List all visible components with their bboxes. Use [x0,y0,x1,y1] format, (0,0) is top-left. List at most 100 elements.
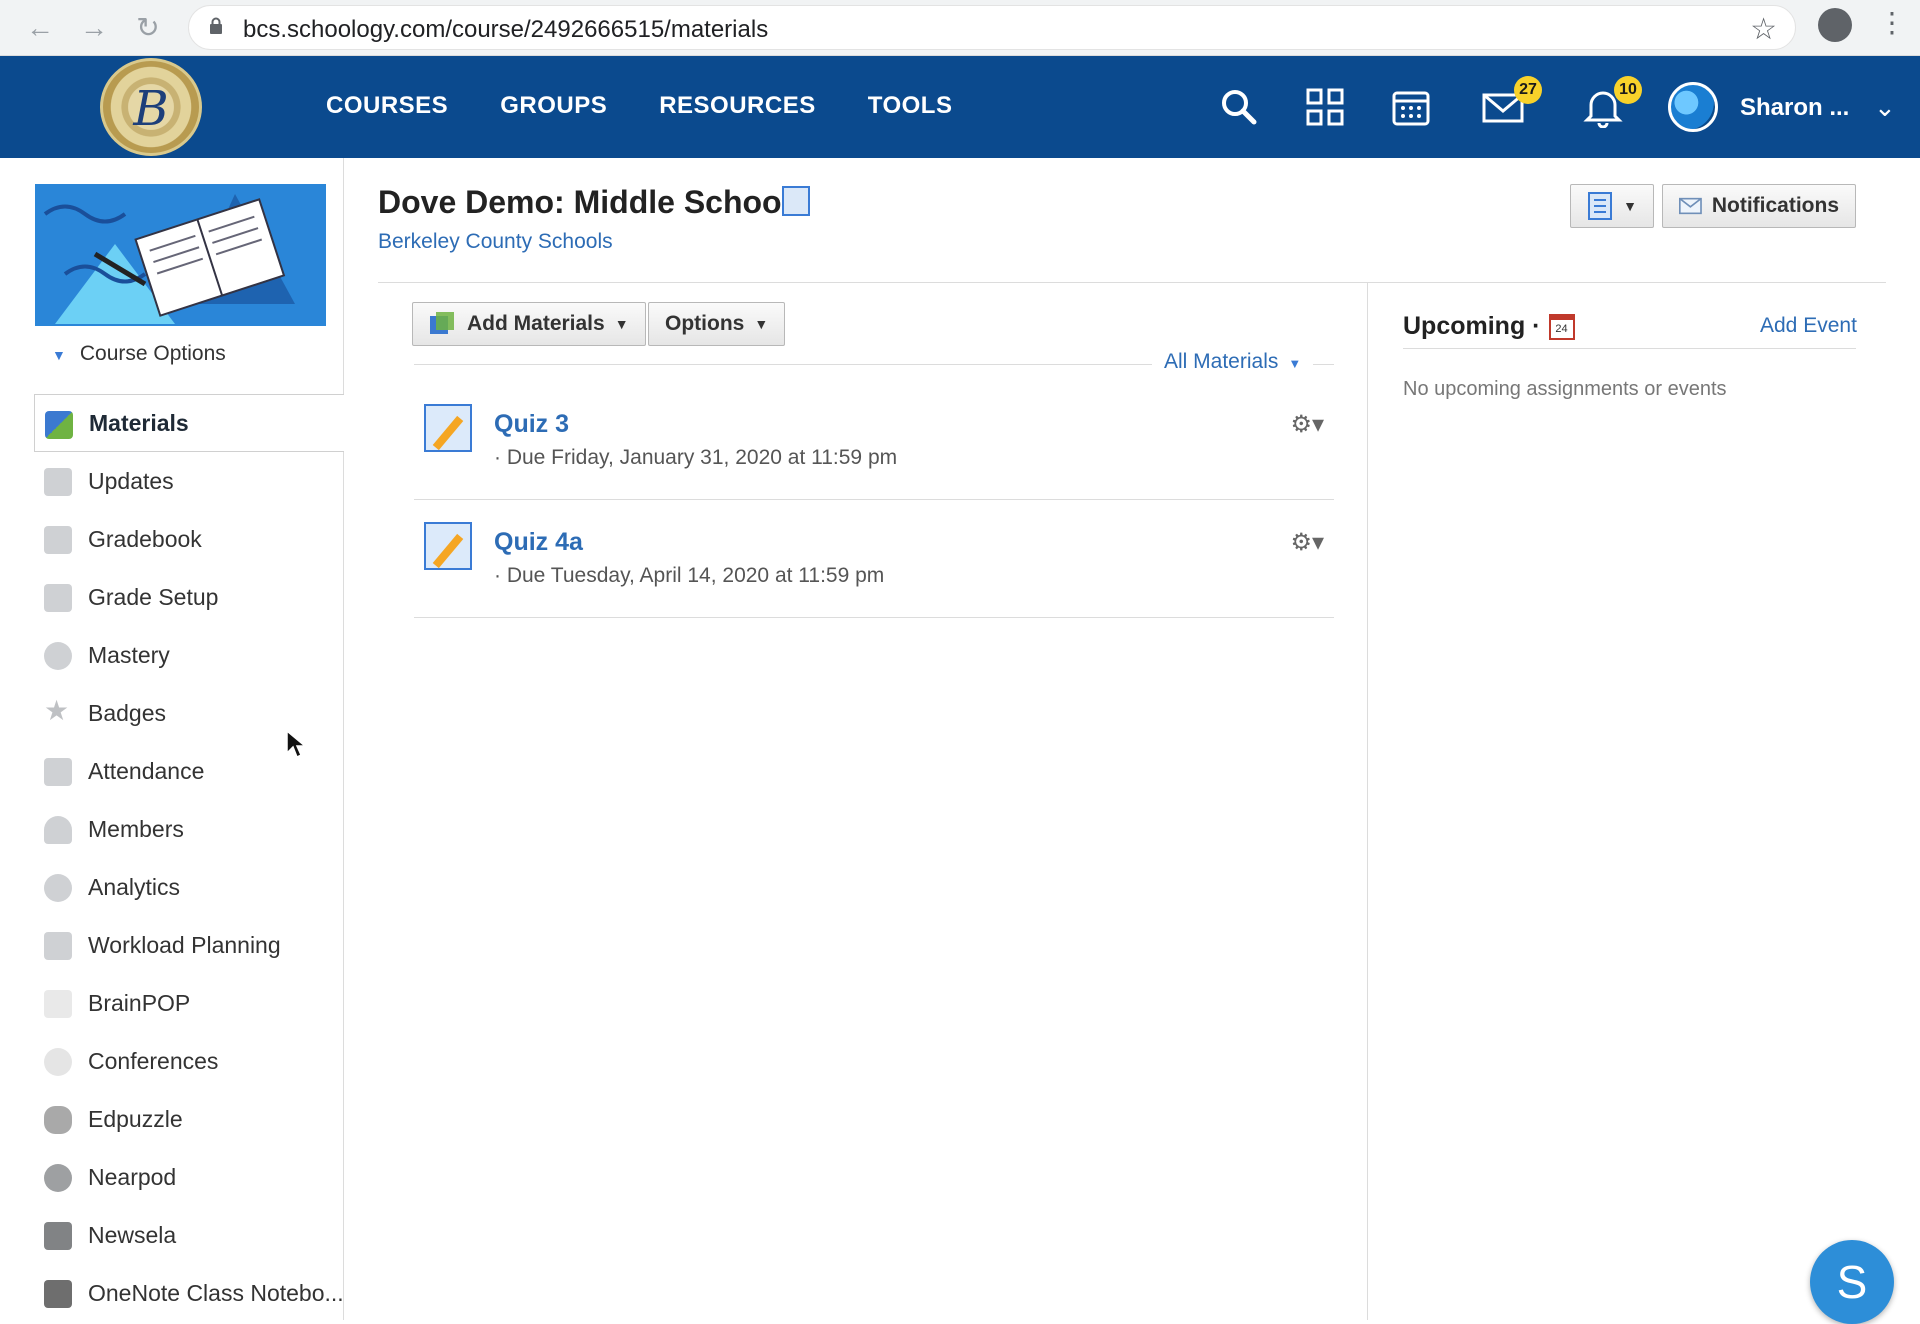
nav-groups[interactable]: GROUPS [500,92,607,120]
material-title-link[interactable]: Quiz 3 [494,410,569,439]
notebook-icon [1588,192,1613,220]
sidebar-item-mastery[interactable]: Mastery [34,626,344,684]
messages-button[interactable]: 27 [1482,76,1542,128]
sidebar-item-edpuzzle[interactable]: Edpuzzle [34,1090,344,1148]
list-item: Quiz 4a · Due Tuesday, April 14, 2020 at… [414,500,1334,618]
sidebar-item-label: Analytics [88,873,181,900]
course-info-icon[interactable] [782,186,810,216]
mastery-icon [44,642,72,670]
browser-chrome: ← → ↻ bcs.schoology.com/course/249266651… [0,0,1920,56]
quiz-icon [424,404,472,452]
course-banner-illustration [35,184,326,326]
chat-launcher-button[interactable]: S [1810,1240,1894,1324]
browser-menu-icon[interactable]: ⋮ [1878,6,1906,39]
nav-resources[interactable]: RESOURCES [659,92,816,120]
sidebar-item-brainpop[interactable]: BrainPOP [34,974,344,1032]
sidebar-item-label: Nearpod [88,1163,177,1190]
sidebar-item-grade-setup[interactable]: Grade Setup [34,568,344,626]
upcoming-empty-text: No upcoming assignments or events [1403,378,1727,400]
sidebar-item-members[interactable]: Members [34,800,344,858]
brainpop-icon [44,990,72,1018]
list-item: Quiz 3 · Due Friday, January 31, 2020 at… [414,382,1334,500]
quiz-icon [424,522,472,570]
add-event-link[interactable]: Add Event [1760,314,1857,338]
workload-icon [44,932,72,960]
material-title-link[interactable]: Quiz 4a [494,528,583,557]
apps-grid-icon[interactable] [1304,86,1346,128]
sidebar-item-conferences[interactable]: Conferences [34,1032,344,1090]
back-arrow-icon[interactable]: ← [22,10,58,46]
sidebar-item-label: BrainPOP [88,989,191,1016]
analytics-icon [44,874,72,902]
edpuzzle-icon [44,1106,72,1134]
chevron-down-icon[interactable]: ⌄ [1874,92,1896,123]
sidebar-item-label: Conferences [88,1047,219,1074]
sidebar-item-gradebook[interactable]: Gradebook [34,510,344,568]
mouse-cursor-icon [286,730,306,759]
page-title: Dove Demo: Middle School [378,184,791,220]
sidebar-item-materials[interactable]: Materials [34,394,344,452]
sidebar-item-label: Edpuzzle [88,1105,183,1132]
sidebar-item-label: Newsela [88,1221,177,1248]
sidebar-item-label: Mastery [88,641,170,668]
district-logo[interactable]: B [100,58,202,156]
sidebar-item-onenote[interactable]: OneNote Class Notebo... [34,1264,344,1322]
sidebar-item-label: Materials [89,409,189,436]
sidebar-item-label: Badges [88,699,167,726]
sidebar-item-workload-planning[interactable]: Workload Planning [34,916,344,974]
attendance-icon [44,758,72,786]
bookmark-star-icon[interactable]: ☆ [1750,12,1777,47]
material-due-date: · Due Friday, January 31, 2020 at 11:59 … [494,446,898,469]
notifications-bell-button[interactable]: 10 [1582,76,1642,129]
upcoming-heading: Upcoming · 24 [1403,312,1575,341]
search-icon[interactable] [1218,86,1260,128]
top-navigation: B COURSES GROUPS RESOURCES TOOLS 27 10 S… [0,56,1920,158]
add-materials-button[interactable]: Add Materials ▼ [412,302,646,346]
sidebar-item-nearpod[interactable]: Nearpod [34,1148,344,1206]
course-options-toggle[interactable]: ▼ Course Options [52,342,226,366]
caret-down-icon: ▼ [754,316,769,332]
filter-label: All Materials [1164,350,1279,373]
sidebar-item-label: Grade Setup [88,583,219,610]
nav-tools[interactable]: TOOLS [868,92,953,120]
course-menu: Materials Updates Gradebook Grade Setup … [34,394,344,1322]
address-bar[interactable]: bcs.schoology.com/course/2492666515/mate… [188,5,1796,50]
add-materials-label: Add Materials [467,312,605,335]
sidebar-item-label: OneNote Class Notebo... [88,1279,344,1306]
onenote-icon [44,1280,72,1308]
materials-filter-dropdown[interactable]: All Materials ▼ [1152,350,1314,374]
forward-arrow-icon[interactable]: → [76,10,112,46]
view-toggle-button[interactable]: ▼ [1570,184,1654,228]
main-content: Dove Demo: Middle School Berkeley County… [344,158,1920,1320]
gear-icon[interactable]: ⚙▾ [1290,410,1324,439]
sidebar-item-analytics[interactable]: Analytics [34,858,344,916]
notifications-button[interactable]: Notifications [1662,184,1856,228]
main-nav: COURSES GROUPS RESOURCES TOOLS [326,92,952,120]
updates-icon [44,468,72,496]
url-text: bcs.schoology.com/course/2492666515/mate… [243,16,769,43]
upcoming-divider [1403,348,1856,349]
avatar[interactable] [1668,82,1718,132]
nav-courses[interactable]: COURSES [326,92,448,120]
newsela-icon [44,1222,72,1250]
badges-star-icon: ★ [44,695,70,726]
sidebar-item-newsela[interactable]: Newsela [34,1206,344,1264]
grade-setup-icon [44,584,72,612]
calendar-icon[interactable]: 24 [1548,314,1575,341]
school-link[interactable]: Berkeley County Schools [378,230,613,254]
calendar-icon[interactable] [1390,86,1432,128]
reload-icon[interactable]: ↻ [130,10,166,46]
caret-down-icon: ▼ [1623,198,1637,214]
members-icon [44,816,72,844]
envelope-icon [1679,197,1702,215]
options-button[interactable]: Options ▼ [648,302,786,346]
lock-icon [210,17,222,34]
user-name[interactable]: Sharon ... [1740,94,1849,122]
gear-icon[interactable]: ⚙▾ [1290,528,1324,557]
caret-down-icon: ▼ [614,316,629,332]
sidebar-item-label: Attendance [88,757,205,784]
browser-profile-icon[interactable] [1818,8,1852,42]
course-banner-image [35,184,326,326]
sidebar-item-updates[interactable]: Updates [34,452,344,510]
nearpod-icon [44,1164,72,1192]
